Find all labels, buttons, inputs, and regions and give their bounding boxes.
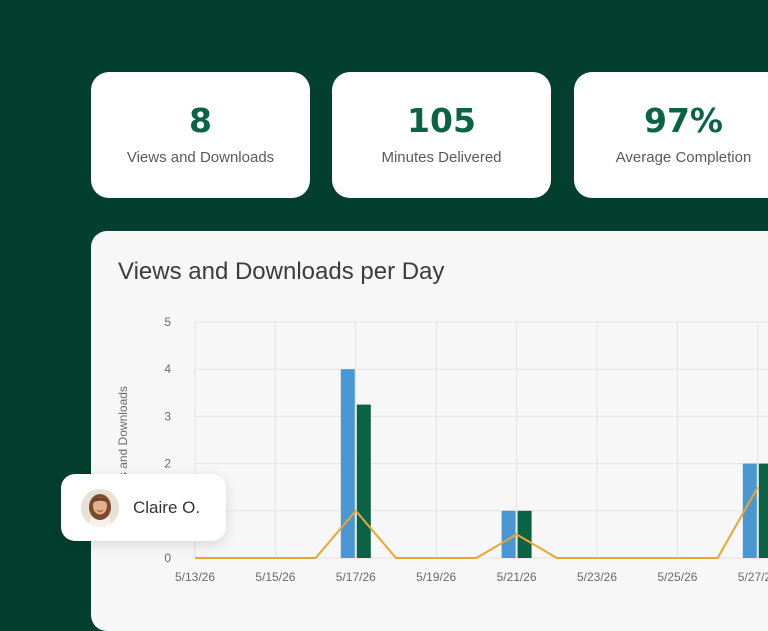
- user-chip[interactable]: Claire O.: [61, 474, 226, 541]
- y-tick-label: 3: [164, 409, 171, 423]
- stat-value: 97%: [644, 101, 723, 140]
- y-tick-label: 5: [164, 315, 171, 329]
- stat-card-average-completion: 97% Average Completion: [574, 72, 768, 198]
- bar: [356, 404, 371, 558]
- stat-label: Average Completion: [615, 149, 752, 166]
- x-tick-label: 5/25/26: [657, 570, 697, 584]
- y-tick-label: 4: [164, 362, 171, 376]
- bar: [758, 463, 768, 558]
- y-tick-label: 2: [164, 457, 171, 471]
- x-tick-label: 5/27/26: [738, 570, 768, 584]
- x-tick-label: 5/17/26: [336, 570, 376, 584]
- bar: [501, 510, 516, 558]
- stat-label: Views and Downloads: [126, 149, 275, 166]
- x-tick-label: 5/15/26: [255, 570, 295, 584]
- x-tick-label: 5/13/26: [175, 570, 215, 584]
- user-name: Claire O.: [133, 497, 201, 517]
- chart-panel: Views and Downloads per Day 0123455/13/2…: [91, 231, 768, 631]
- series-line: [195, 486, 759, 559]
- chart-svg: 0123455/13/265/15/265/17/265/19/265/21/2…: [116, 315, 768, 584]
- stat-label: Minutes Delivered: [381, 149, 502, 166]
- stat-value: 8: [189, 101, 212, 140]
- user-avatar-icon: [81, 488, 119, 527]
- x-tick-label: 5/19/26: [416, 570, 456, 584]
- bar: [340, 369, 355, 558]
- y-tick-label: 0: [164, 551, 171, 565]
- bar: [517, 510, 532, 558]
- stat-card-views-downloads: 8 Views and Downloads: [91, 72, 310, 198]
- x-tick-label: 5/21/26: [497, 570, 537, 584]
- x-tick-label: 5/23/26: [577, 570, 617, 584]
- stat-card-minutes-delivered: 105 Minutes Delivered: [332, 72, 551, 198]
- stat-value: 105: [407, 101, 476, 140]
